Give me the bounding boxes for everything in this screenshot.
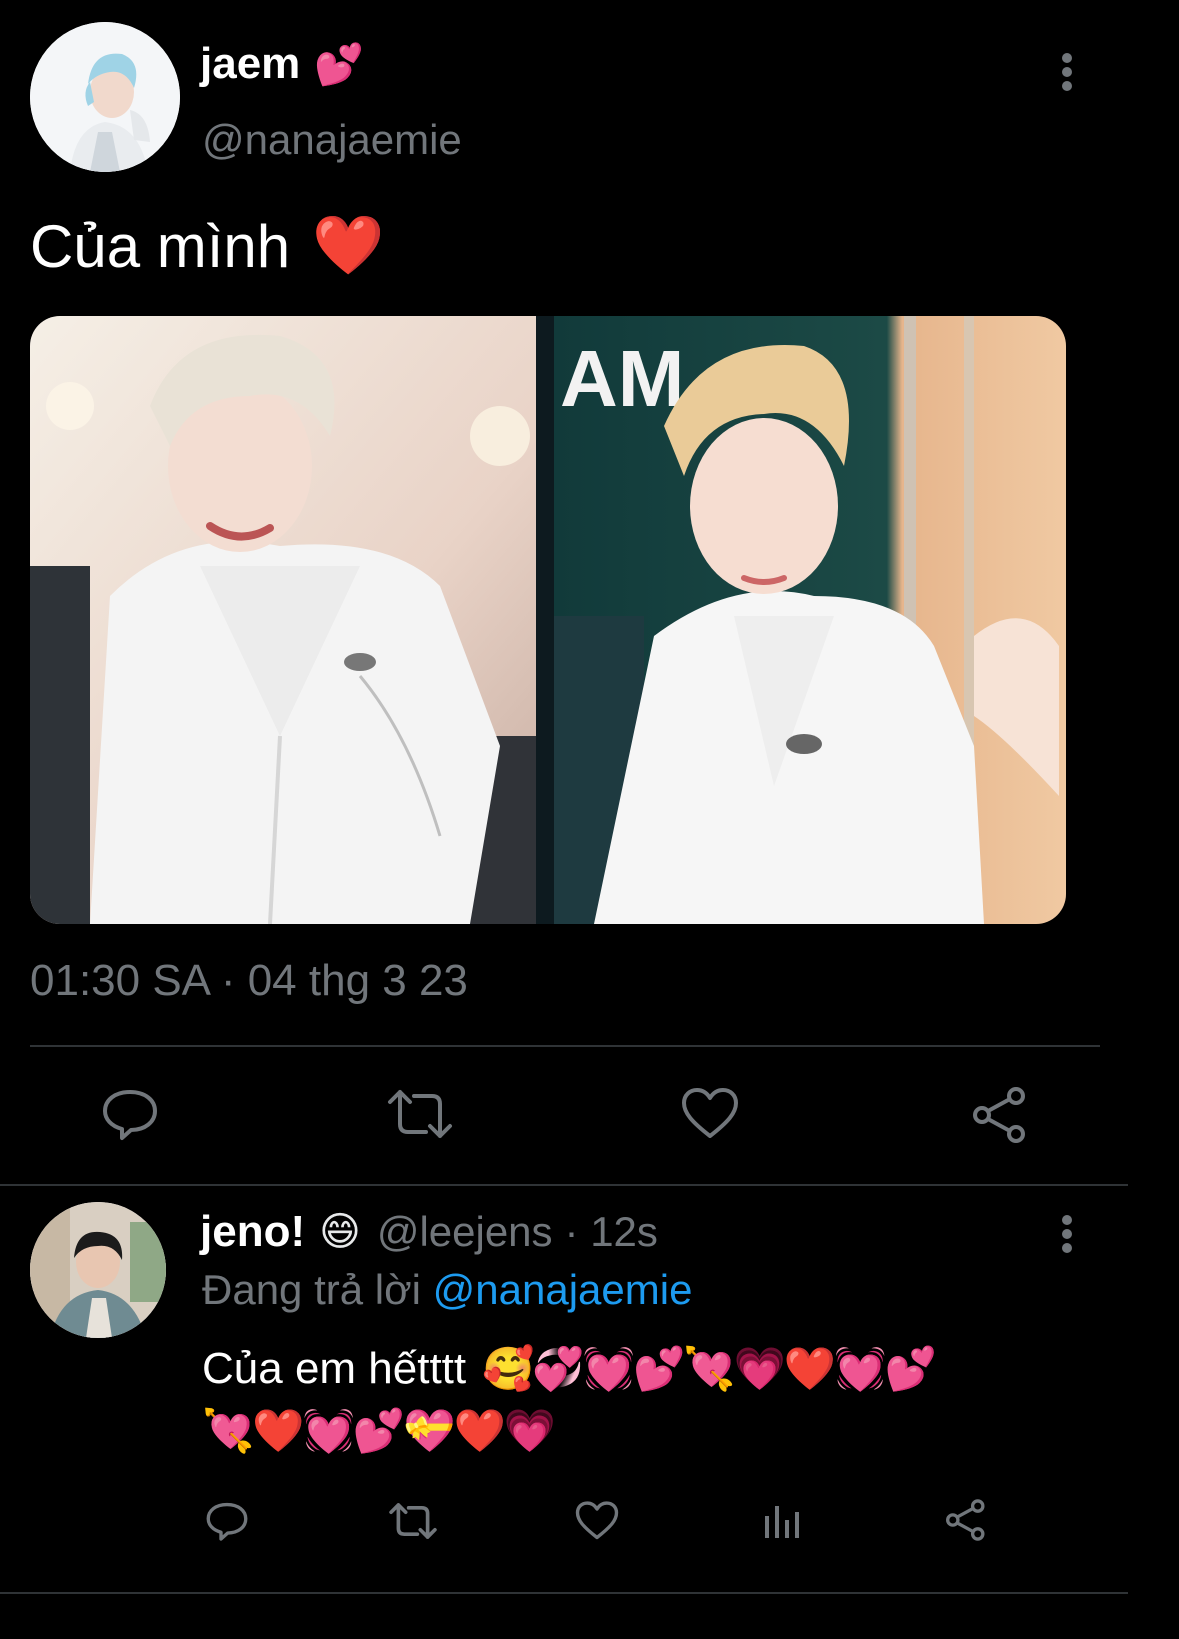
author-emoji: 😄 — [319, 1210, 361, 1254]
author-name[interactable]: jeno! — [200, 1207, 305, 1257]
author-row: jaem 💕 — [200, 34, 364, 94]
replying-to-link[interactable]: @nanajaemie — [433, 1266, 693, 1313]
retweet-icon[interactable] — [388, 1502, 438, 1540]
more-options-icon[interactable] — [1054, 50, 1080, 94]
author-emoji: 💕 — [314, 42, 365, 87]
avatar-photo — [30, 1202, 166, 1338]
divider — [30, 1045, 1100, 1047]
reply-text: Của em hếtttt — [202, 1344, 467, 1393]
media-gap — [536, 316, 554, 924]
more-options-icon[interactable] — [1054, 1212, 1080, 1256]
share-icon[interactable] — [970, 1086, 1030, 1144]
replying-to-row: Đang trả lời @nanajaemie — [202, 1266, 692, 1314]
tweet-media[interactable]: AM — [30, 316, 1066, 924]
tweet-text-row: Của mình ❤️ — [30, 208, 384, 284]
author-handle[interactable]: @leejens — [377, 1208, 553, 1256]
avatar[interactable] — [30, 22, 180, 172]
retweet-icon[interactable] — [386, 1088, 454, 1140]
author-handle[interactable]: @nanajaemie — [202, 116, 462, 164]
reply-text-row-2: 💘❤️💓💕💝❤️💗 — [202, 1400, 556, 1462]
share-icon[interactable] — [944, 1498, 988, 1542]
media-photo-left[interactable] — [30, 316, 536, 924]
reply-icon[interactable] — [100, 1086, 160, 1142]
reply-author-row: jeno! 😄 @leejens · 12s — [200, 1204, 658, 1260]
heart-emoji: ❤️ — [312, 213, 385, 278]
tweet-timestamp[interactable]: 01:30 SA · 04 thg 3 23 — [30, 956, 468, 1006]
tweet-text: Của mình — [30, 212, 291, 280]
analytics-icon[interactable] — [762, 1502, 802, 1540]
media-photo-right[interactable]: AM — [554, 316, 1066, 924]
author-name[interactable]: jaem — [200, 39, 300, 89]
svg-text:AM: AM — [560, 334, 684, 423]
reply-emojis-line1: 🥰💞💓💕💘💗❤️💓💕 — [482, 1344, 937, 1392]
avatar-photo — [30, 22, 180, 172]
reply-text-row: Của em hếtttt 🥰💞💓💕💘💗❤️💓💕 — [202, 1338, 937, 1400]
reply-time[interactable]: · 12s — [565, 1208, 658, 1256]
avatar[interactable] — [30, 1202, 166, 1338]
replying-label: Đang trả lời — [202, 1266, 421, 1313]
reply-emojis-line2: 💘❤️💓💕💝❤️💗 — [202, 1406, 556, 1454]
divider — [0, 1592, 1128, 1594]
divider — [0, 1184, 1128, 1186]
like-icon[interactable] — [574, 1500, 620, 1542]
reply-icon[interactable] — [204, 1500, 250, 1542]
like-icon[interactable] — [680, 1086, 740, 1142]
